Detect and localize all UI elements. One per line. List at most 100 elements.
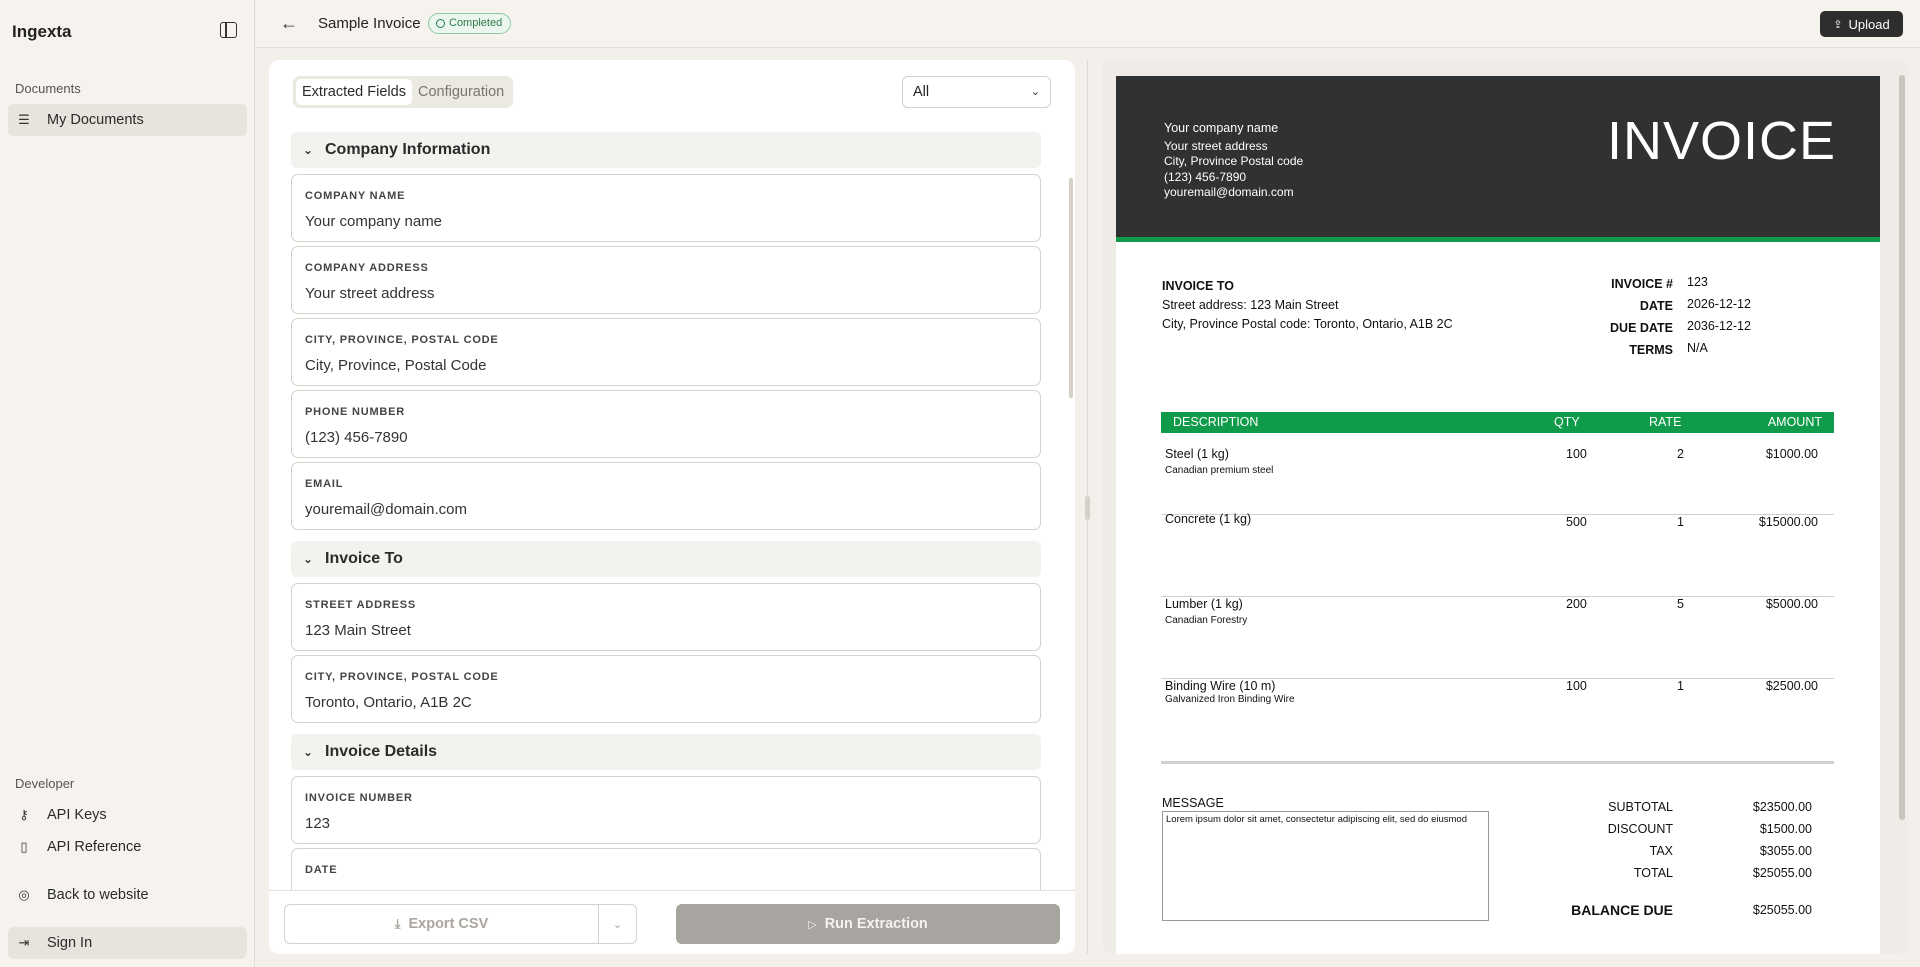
col-amount: AMOUNT bbox=[1767, 415, 1822, 429]
field-company-address[interactable]: COMPANY ADDRESS Your street address bbox=[291, 246, 1041, 314]
invoice-company-street: Your street address bbox=[1164, 138, 1268, 153]
meta-row: DUE DATE 2036-12-12 bbox=[1596, 317, 1751, 339]
col-description: DESCRIPTION bbox=[1173, 415, 1259, 429]
field-label: DATE bbox=[305, 864, 338, 876]
item-subtitle: Galvanized Iron Binding Wire bbox=[1165, 694, 1295, 705]
chevron-down-icon: ⌄ bbox=[303, 552, 314, 566]
total-value: $1500.00 bbox=[1759, 822, 1812, 836]
total-value: $3055.00 bbox=[1759, 844, 1812, 858]
table-row: Steel (1 kg) Canadian premium steel 100 … bbox=[1161, 433, 1834, 515]
invoice-to-heading: INVOICE TO bbox=[1162, 279, 1235, 293]
field-value[interactable]: 123 Main Street bbox=[305, 622, 411, 639]
total-key: TOTAL bbox=[1633, 866, 1673, 880]
sidebar: Ingexta Documents ☰ My Documents Develop… bbox=[0, 0, 255, 967]
sidebar-item-api-keys[interactable]: ⚷ API Keys bbox=[8, 799, 247, 831]
message-label: MESSAGE bbox=[1162, 796, 1224, 810]
back-arrow-icon[interactable]: ← bbox=[280, 13, 298, 34]
invoice-heading: INVOICE bbox=[1606, 111, 1836, 171]
sidebar-item-label: My Documents bbox=[47, 112, 144, 128]
total-key: SUBTOTAL bbox=[1608, 800, 1673, 814]
invoice-to-city: City, Province Postal code: Toronto, Ont… bbox=[1162, 317, 1453, 331]
invoice-to-block: INVOICE TO Street address: 123 Main Stre… bbox=[1162, 277, 1453, 334]
meta-row: DATE 2026-12-12 bbox=[1596, 295, 1751, 317]
sidebar-item-my-documents[interactable]: ☰ My Documents bbox=[8, 104, 247, 136]
tab-extracted-fields[interactable]: Extracted Fields bbox=[296, 79, 412, 105]
sidebar-toggle-icon[interactable] bbox=[220, 22, 237, 38]
field-value[interactable]: Your street address bbox=[305, 285, 435, 302]
total-key: DISCOUNT bbox=[1607, 822, 1673, 836]
item-amount: $5000.00 bbox=[1765, 597, 1818, 611]
col-qty: QTY bbox=[1554, 415, 1580, 429]
fields-scrollbar[interactable] bbox=[1069, 178, 1073, 398]
field-street-address[interactable]: STREET ADDRESS 123 Main Street bbox=[291, 583, 1041, 651]
meta-value: 2036-12-12 bbox=[1687, 319, 1751, 333]
field-email[interactable]: EMAIL youremail@domain.com bbox=[291, 462, 1041, 530]
invoice-page: Your company name Your street address Ci… bbox=[1116, 76, 1880, 954]
invoice-company-phone: (123) 456-7890 bbox=[1164, 169, 1247, 184]
field-invoice-number[interactable]: INVOICE NUMBER 123 bbox=[291, 776, 1041, 844]
status-badge: Completed bbox=[428, 13, 512, 34]
field-company-name[interactable]: COMPANY NAME Your company name bbox=[291, 174, 1041, 242]
field-value[interactable]: Your company name bbox=[305, 213, 442, 230]
export-options-chevron-icon[interactable]: ⌄ bbox=[598, 905, 636, 943]
table-row: Lumber (1 kg) Canadian Forestry 200 5 $5… bbox=[1161, 597, 1834, 679]
chevron-down-icon: ⌄ bbox=[303, 143, 314, 157]
sidebar-item-label: API Reference bbox=[47, 839, 142, 855]
field-value[interactable]: (123) 456-7890 bbox=[305, 429, 408, 446]
globe-icon: ◎ bbox=[18, 887, 30, 902]
invoice-company-block: Your company name Your street address Ci… bbox=[1164, 121, 1303, 201]
upload-button[interactable]: ⇪ Upload bbox=[1820, 11, 1903, 37]
item-rate: 1 bbox=[1677, 515, 1684, 529]
sidebar-item-sign-in[interactable]: ⇥ Sign In bbox=[8, 927, 247, 959]
field-phone-number[interactable]: PHONE NUMBER (123) 456-7890 bbox=[291, 390, 1041, 458]
section-invoice-details[interactable]: ⌄ Invoice Details bbox=[291, 734, 1041, 770]
item-amount: $15000.00 bbox=[1758, 515, 1818, 529]
table-row: Concrete (1 kg) 500 1 $15000.00 bbox=[1161, 512, 1834, 597]
brand-logo: Ingexta bbox=[12, 22, 72, 41]
field-value[interactable]: Toronto, Ontario, A1B 2C bbox=[305, 694, 472, 711]
item-qty: 100 bbox=[1566, 447, 1587, 461]
sidebar-item-back-to-website[interactable]: ◎ Back to website bbox=[8, 879, 247, 911]
resize-handle[interactable] bbox=[1085, 496, 1090, 520]
section-title: Invoice To bbox=[325, 550, 403, 567]
tab-configuration[interactable]: Configuration bbox=[412, 79, 510, 105]
section-company-information[interactable]: ⌄ Company Information bbox=[291, 132, 1041, 168]
item-amount: $2500.00 bbox=[1765, 679, 1818, 693]
extraction-panel: Extracted Fields Configuration All ⌄ ⌄ C… bbox=[269, 60, 1075, 954]
tab-bar: Extracted Fields Configuration bbox=[293, 76, 514, 108]
item-rate: 2 bbox=[1677, 447, 1684, 461]
sidebar-item-api-reference[interactable]: ▯ API Reference bbox=[8, 831, 247, 863]
total-value: $23500.00 bbox=[1752, 800, 1812, 814]
field-invoice-to-city[interactable]: CITY, PROVINCE, POSTAL CODE Toronto, Ont… bbox=[291, 655, 1041, 723]
invoice-company-name: Your company name bbox=[1164, 121, 1279, 135]
run-extraction-button[interactable]: ▷ Run Extraction bbox=[676, 904, 1060, 944]
section-invoice-to[interactable]: ⌄ Invoice To bbox=[291, 541, 1041, 577]
field-label: STREET ADDRESS bbox=[305, 599, 417, 611]
field-label: INVOICE NUMBER bbox=[305, 792, 413, 804]
export-csv-button[interactable]: ⤓ Export CSV bbox=[285, 905, 598, 943]
message-box: Lorem ipsum dolor sit amet, consectetur … bbox=[1162, 811, 1489, 921]
filter-select[interactable]: All ⌄ bbox=[902, 76, 1051, 108]
chevron-down-icon: ⌄ bbox=[303, 745, 314, 759]
document-title: Sample Invoice bbox=[318, 15, 421, 32]
field-label: CITY, PROVINCE, POSTAL CODE bbox=[305, 671, 499, 683]
field-value[interactable]: City, Province, Postal Code bbox=[305, 357, 486, 374]
fields-list[interactable]: ⌄ Company Information COMPANY NAME Your … bbox=[291, 132, 1041, 952]
item-qty: 500 bbox=[1566, 515, 1587, 529]
sign-in-icon: ⇥ bbox=[18, 935, 30, 950]
items-table-header: DESCRIPTION QTY RATE AMOUNT bbox=[1161, 412, 1834, 433]
balance-due-label: BALANCE DUE bbox=[1571, 902, 1673, 918]
export-csv-split-button: ⤓ Export CSV ⌄ bbox=[284, 904, 637, 944]
upload-label: Upload bbox=[1848, 16, 1890, 32]
section-title: Invoice Details bbox=[325, 743, 438, 760]
section-title: Company Information bbox=[325, 141, 491, 158]
item-amount: $1000.00 bbox=[1765, 447, 1818, 461]
preview-scrollbar[interactable] bbox=[1899, 75, 1905, 820]
meta-key: TERMS bbox=[1629, 343, 1673, 357]
field-value[interactable]: 123 bbox=[305, 815, 330, 832]
field-value[interactable]: youremail@domain.com bbox=[305, 501, 467, 518]
item-subtitle: Canadian premium steel bbox=[1165, 465, 1274, 476]
sidebar-section-developer: Developer bbox=[15, 776, 75, 791]
field-company-city[interactable]: CITY, PROVINCE, POSTAL CODE City, Provin… bbox=[291, 318, 1041, 386]
sidebar-item-label: Sign In bbox=[47, 935, 93, 951]
